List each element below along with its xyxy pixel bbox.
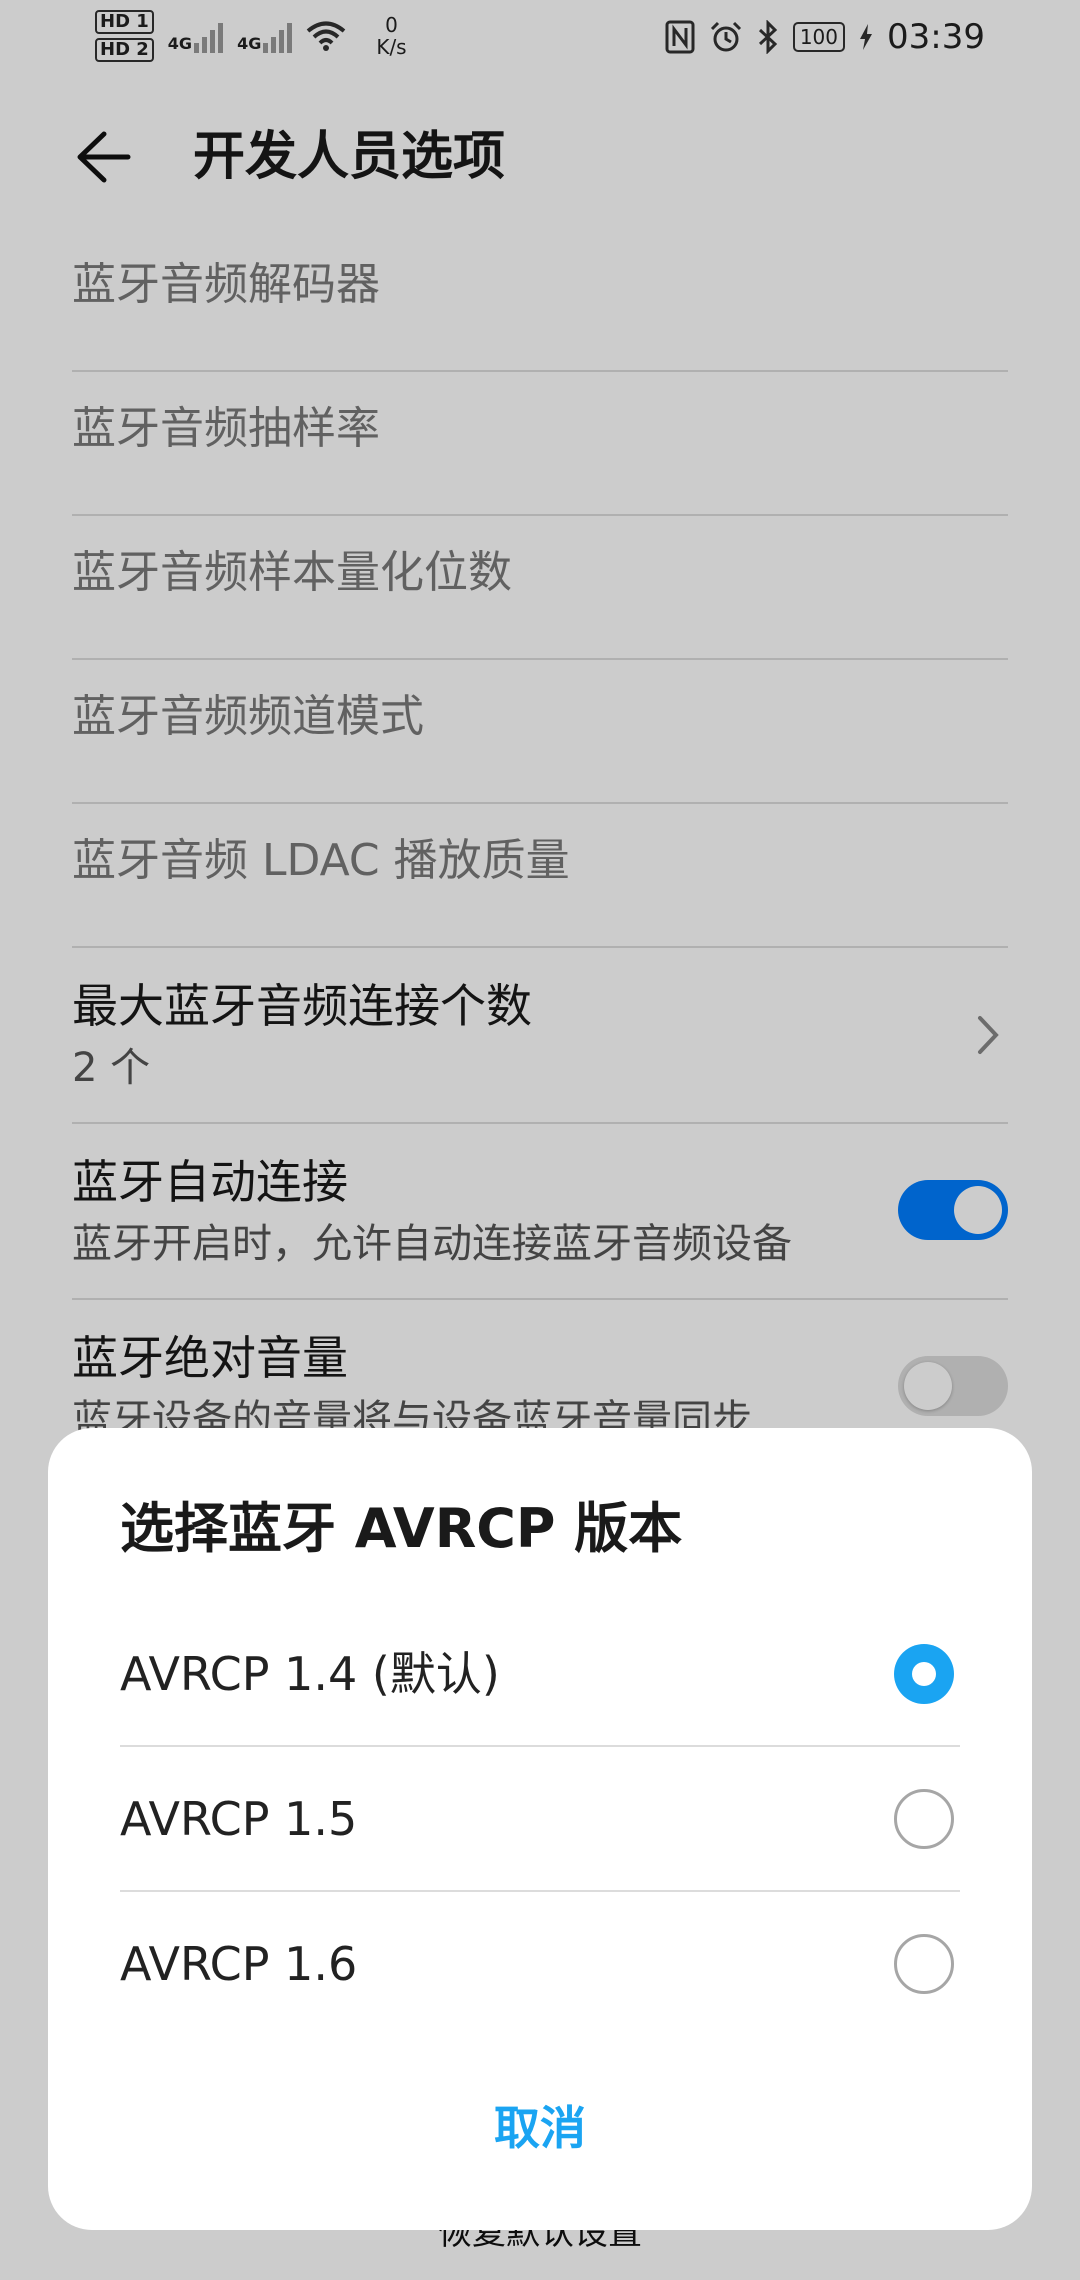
option-label: AVRCP 1.6 [120,1937,358,1991]
dialog-options: AVRCP 1.4 (默认) AVRCP 1.5 AVRCP 1.6 [120,1602,960,2037]
option-avrcp-1-6[interactable]: AVRCP 1.6 [120,1892,960,2037]
dialog-title: 选择蓝牙 AVRCP 版本 [120,1497,683,1560]
option-avrcp-1-5[interactable]: AVRCP 1.5 [120,1747,960,1892]
option-label: AVRCP 1.5 [120,1792,358,1846]
radio-unchecked-icon[interactable] [894,1789,954,1849]
option-label: AVRCP 1.4 (默认) [120,1647,500,1701]
cancel-button[interactable]: 取消 [48,2078,1032,2178]
avrcp-version-dialog: 选择蓝牙 AVRCP 版本 AVRCP 1.4 (默认) AVRCP 1.5 A… [48,1428,1032,2230]
radio-checked-icon[interactable] [894,1644,954,1704]
radio-unchecked-icon[interactable] [894,1934,954,1994]
option-avrcp-1-4[interactable]: AVRCP 1.4 (默认) [120,1602,960,1747]
